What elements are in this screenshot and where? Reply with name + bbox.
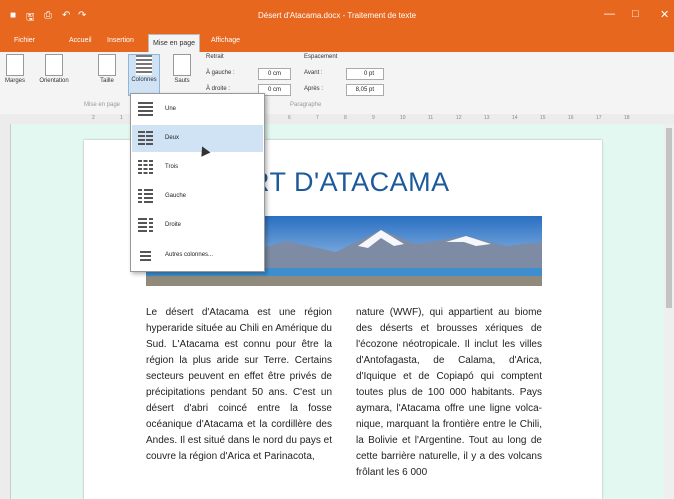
paragraph-group-label: Paragraphe xyxy=(290,102,322,108)
columns-icon xyxy=(136,55,152,75)
ruler-tick-label: 10 xyxy=(400,115,406,121)
menu-item-right-column[interactable]: Droite xyxy=(132,212,263,239)
margins-button[interactable]: Marges xyxy=(4,54,26,84)
ruler-tick-label: 14 xyxy=(512,115,518,121)
ribbon: Marges Orientation Taille Colonnes Sauts… xyxy=(0,52,674,115)
columns-dropdown-menu: Une Deux Trois Gauche Droite Autres colo… xyxy=(130,93,265,272)
ruler-tick-label: 1 xyxy=(120,115,123,121)
columns-label: Colonnes xyxy=(131,77,157,83)
margins-icon xyxy=(6,54,24,76)
vertical-scrollbar[interactable] xyxy=(664,124,674,499)
ruler-tick-label: 15 xyxy=(540,115,546,121)
ruler-tick-label: 11 xyxy=(428,115,434,121)
text-column-left[interactable]: Le désert d'Atacama est une région hyper… xyxy=(146,305,332,465)
spacing-after-input[interactable]: 8,05 pt xyxy=(346,84,384,96)
two-columns-icon xyxy=(138,131,153,145)
window-title: Désert d'Atacama.docx - Traitement de te… xyxy=(257,11,417,20)
margins-label: Marges xyxy=(4,78,25,84)
breaks-icon xyxy=(173,54,191,76)
spacing-group-label: Espacement xyxy=(304,54,338,60)
close-button[interactable]: ✕ xyxy=(660,8,669,21)
maximize-button[interactable]: □ xyxy=(632,8,639,20)
page-setup-group-label: Mise en page xyxy=(84,102,121,108)
menu-item-left-column[interactable]: Gauche xyxy=(132,183,263,210)
more-columns-icon xyxy=(140,251,151,261)
ruler-tick-label: 7 xyxy=(316,115,319,121)
tab-insertion[interactable]: Insertion xyxy=(107,37,134,44)
indent-left-input[interactable]: 0 cm xyxy=(258,68,291,80)
three-columns-icon xyxy=(138,160,153,174)
ruler-tick-label: 13 xyxy=(484,115,490,121)
menu-item-label: Une xyxy=(165,106,177,112)
menu-item-label: Trois xyxy=(165,164,179,170)
scrollbar-thumb[interactable] xyxy=(666,128,672,308)
breaks-label: Sauts xyxy=(174,78,190,84)
ribbon-tabs: Fichier Accueil Insertion Mise en page A… xyxy=(0,34,674,53)
menu-item-label: Deux xyxy=(165,135,180,141)
ruler-tick-label: 12 xyxy=(456,115,462,121)
orientation-button[interactable]: Orientation xyxy=(36,54,72,84)
size-button[interactable]: Taille xyxy=(96,54,118,84)
minimize-button[interactable]: — xyxy=(604,8,615,20)
one-column-icon xyxy=(138,102,153,116)
breaks-button[interactable]: Sauts xyxy=(170,54,194,84)
right-column-icon xyxy=(138,218,153,232)
text-column-right[interactable]: nature (WWF), qui appartient au biome de… xyxy=(356,305,542,481)
document-heading[interactable]: RT D'ATACAMA xyxy=(250,167,450,198)
vertical-ruler[interactable] xyxy=(0,124,11,499)
spacing-before-input[interactable]: 0 pt xyxy=(346,68,384,80)
menu-item-three-columns[interactable]: Trois xyxy=(132,154,263,181)
tab-accueil[interactable]: Accueil xyxy=(69,37,92,44)
orientation-icon xyxy=(45,54,63,76)
menu-item-more-columns[interactable]: Autres colonnes... xyxy=(132,242,263,269)
spacing-before-label: Avant : xyxy=(304,70,323,76)
tab-affichage[interactable]: Affichage xyxy=(211,37,240,44)
ruler-tick-label: 17 xyxy=(596,115,602,121)
ruler-tick-label: 8 xyxy=(344,115,347,121)
orientation-label: Orientation xyxy=(39,78,69,84)
ruler-tick-label: 18 xyxy=(624,115,630,121)
indent-left-label: À gauche : xyxy=(206,70,235,76)
menu-item-one-column[interactable]: Une xyxy=(132,96,263,123)
ruler-tick-label: 16 xyxy=(568,115,574,121)
left-column-icon xyxy=(138,189,153,203)
indent-group-label: Retrait xyxy=(206,54,224,60)
indent-right-label: À droite : xyxy=(206,86,231,92)
menu-item-label: Gauche xyxy=(165,193,187,199)
size-label: Taille xyxy=(100,78,114,84)
tab-fichier[interactable]: Fichier xyxy=(14,37,35,44)
title-bar: ■ 🖫 ⎙ ↶ ↷ Désert d'Atacama.docx - Traite… xyxy=(0,0,674,34)
ruler-tick-label: 9 xyxy=(372,115,375,121)
columns-button[interactable]: Colonnes xyxy=(128,54,160,96)
spacing-after-label: Après : xyxy=(304,86,324,92)
tab-mise-en-page[interactable]: Mise en page xyxy=(148,34,201,53)
menu-item-label: Autres colonnes... xyxy=(165,252,214,258)
ruler-tick-label: 6 xyxy=(288,115,291,121)
ruler-tick-label: 2 xyxy=(92,115,95,121)
size-icon xyxy=(98,54,116,76)
menu-item-label: Droite xyxy=(165,222,182,228)
